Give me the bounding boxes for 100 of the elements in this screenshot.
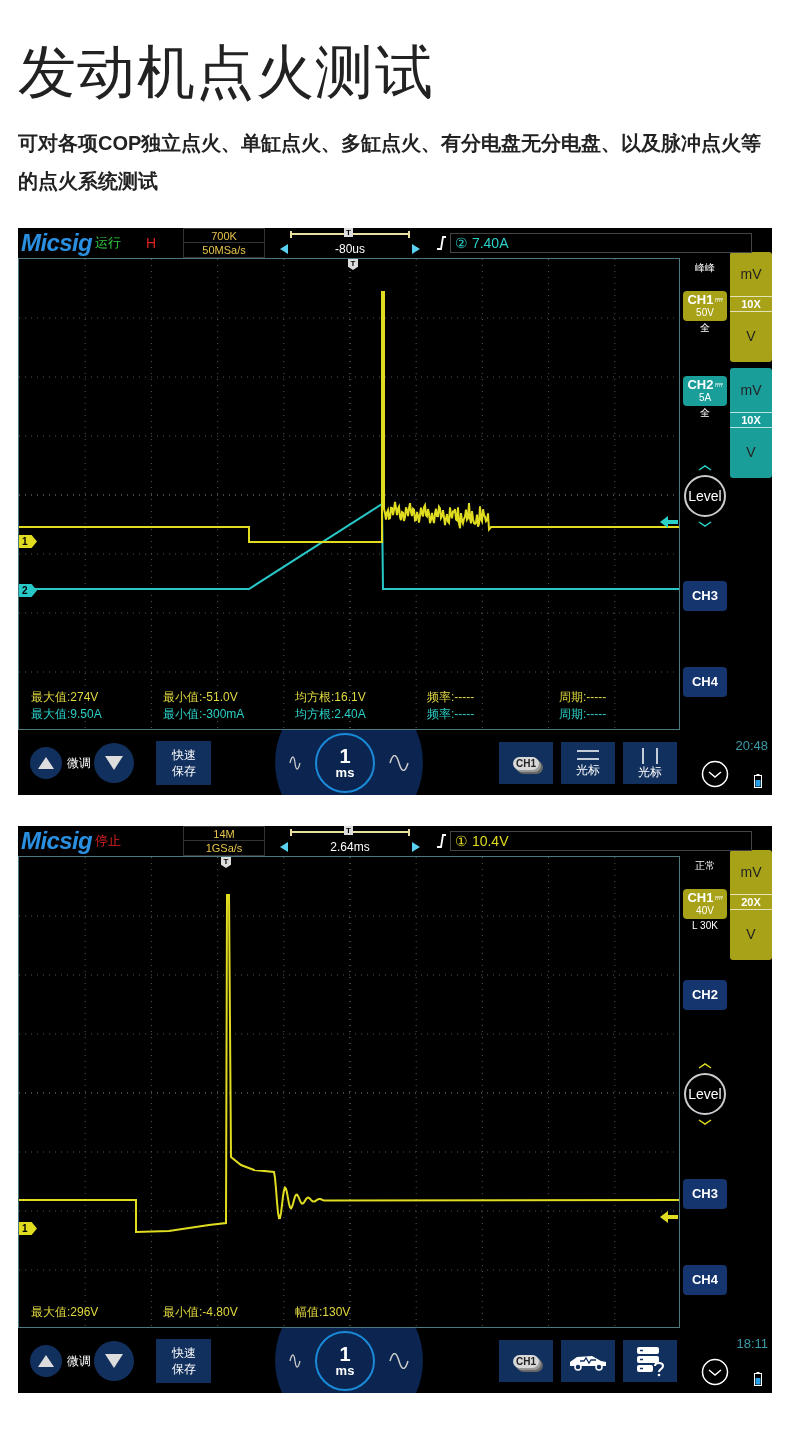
channel-button[interactable]: CH3	[683, 581, 727, 611]
down-triangle-icon	[105, 755, 123, 770]
measurement-value: 最小值:-4.80V	[163, 1304, 239, 1321]
quick-save-button[interactable]: 快速 保存	[156, 1338, 211, 1383]
trigger-level-field: ② 7.40A	[450, 233, 752, 253]
chevron-down-icon	[698, 1119, 712, 1125]
chevron-up-icon	[698, 465, 712, 471]
unit-label: mV	[739, 862, 763, 882]
channel-button[interactable]: CH4	[683, 667, 727, 697]
measurement-value: 周期:-----	[559, 706, 608, 723]
rising-edge-icon	[436, 834, 446, 848]
page-title: 发动机点火测试	[18, 38, 435, 106]
tool-button[interactable]: CH1	[499, 1340, 553, 1382]
sine-wave-icon	[389, 754, 409, 771]
measurement-value: 频率:-----	[427, 689, 476, 706]
quick-save-button[interactable]: 快速 保存	[156, 740, 211, 785]
measurement-value: 最大值:296V	[31, 1304, 100, 1321]
cursor-label: 光标	[576, 763, 600, 777]
measurement-value: 最小值:-300mA	[163, 706, 246, 723]
channel-setting: 全	[700, 405, 710, 419]
tool-button[interactable]: CH1	[499, 742, 553, 784]
dc-coupling-icon	[714, 383, 723, 387]
trigger-level-field: ① 10.4V	[450, 831, 752, 851]
sample-rate: 50MSa/s	[201, 243, 247, 257]
sample-rate: 1GSa/s	[204, 841, 244, 855]
level-knob[interactable]: Level	[684, 475, 726, 517]
probe-ratio: 10X	[730, 412, 772, 428]
tool-button[interactable]: 光标	[623, 742, 677, 784]
measurement-value: 最小值:-51.0V	[163, 689, 239, 706]
brand-logo: Micsig	[21, 230, 93, 256]
memory-depth: 700K	[184, 229, 264, 243]
tool-button[interactable]	[623, 1340, 677, 1382]
dc-coupling-icon	[714, 896, 723, 900]
channel-marker: 1	[19, 1222, 37, 1235]
tool-button[interactable]	[561, 1340, 615, 1382]
battery-icon	[754, 773, 762, 788]
down-button[interactable]	[94, 742, 134, 783]
channel-label: CH1	[687, 891, 714, 905]
measurement-value: 频率:-----	[427, 706, 476, 723]
up-triangle-icon	[38, 756, 54, 769]
up-button[interactable]	[30, 1344, 62, 1377]
measurement-value: 最大值:274V	[31, 689, 100, 706]
mode-indicator-text: H	[146, 233, 157, 253]
fine-tune-label: 微调	[67, 1352, 91, 1370]
probe-ratio: 10X	[730, 296, 772, 312]
vertical-cursor-icon	[641, 747, 659, 764]
channel-setting: 全	[700, 320, 710, 334]
up-button[interactable]	[30, 746, 62, 779]
acquire-mode-label: 正常	[695, 859, 715, 873]
measurement-value: 周期:-----	[559, 689, 608, 706]
left-arrow-icon	[280, 842, 288, 852]
channel-button[interactable]: CH2	[683, 980, 727, 1010]
channel-setting: L 30K	[692, 918, 718, 932]
probe-ratio: 20X	[730, 894, 772, 910]
sine-wave-icon	[289, 1353, 301, 1368]
chevron-down-icon	[701, 759, 729, 788]
clock-time: 20:48	[735, 737, 768, 755]
unit-label: V	[745, 326, 757, 346]
unit-label: V	[745, 442, 757, 462]
timebase-value: 1	[339, 745, 351, 766]
channel-button[interactable]: CH4	[683, 1265, 727, 1295]
up-triangle-icon	[38, 1354, 54, 1367]
measurement-value: 最大值:9.50A	[31, 706, 103, 723]
chevron-down-icon	[698, 521, 712, 527]
acquire-mode-label: 峰峰	[695, 261, 715, 275]
measurement-value: 均方根:2.40A	[295, 706, 367, 723]
time-offset: -80us	[335, 241, 365, 258]
clock-time: 18:11	[736, 1335, 768, 1353]
right-arrow-icon	[412, 842, 420, 852]
rising-edge-icon	[436, 236, 446, 250]
trigger-position-marker: T	[344, 826, 353, 835]
unit-label: mV	[739, 264, 763, 284]
dc-coupling-icon	[714, 298, 723, 302]
fine-tune-label: 微调	[67, 754, 91, 772]
channel-label: CH1	[687, 293, 714, 307]
memory-depth: 14M	[184, 827, 264, 841]
trigger-position-marker: T	[221, 857, 231, 868]
measurement-value: 幅值:130V	[295, 1304, 352, 1321]
trigger-position-marker: T	[348, 259, 358, 270]
left-arrow-icon	[280, 244, 288, 254]
down-button[interactable]	[94, 1340, 134, 1381]
trigger-level-arrow-icon	[660, 1211, 678, 1223]
chevron-up-icon	[698, 1063, 712, 1069]
down-triangle-icon	[105, 1353, 123, 1368]
timebase-unit: ms	[335, 765, 355, 780]
channel-scale: 5A	[698, 392, 712, 403]
trigger-position-marker: T	[344, 228, 353, 237]
level-knob[interactable]: Level	[684, 1073, 726, 1115]
time-offset: 2.64ms	[330, 839, 370, 856]
run-status: 停止	[95, 832, 122, 851]
channel-button[interactable]: CH3	[683, 1179, 727, 1209]
channel-marker: 1	[19, 535, 37, 548]
battery-icon	[754, 1371, 762, 1386]
unit-label: mV	[739, 380, 763, 400]
channel-label: CH2	[687, 378, 714, 392]
description-text: 可对各项COP独立点火、单缸点火、多缸点火、有分电盘无分电盘、以及脉冲点火等的点火系统测试	[18, 131, 763, 194]
right-arrow-icon	[412, 244, 420, 254]
unit-label: V	[745, 924, 757, 944]
tool-button[interactable]: 光标	[561, 742, 615, 784]
timebase-unit: ms	[335, 1363, 355, 1378]
